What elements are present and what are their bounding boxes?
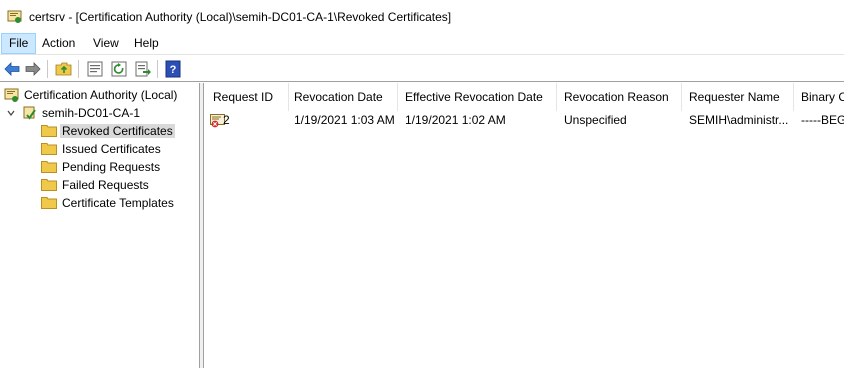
export-list-icon[interactable]	[134, 60, 152, 78]
properties-icon[interactable]	[86, 60, 104, 78]
column-header-effective-revocation-date[interactable]: Effective Revocation Date	[397, 83, 557, 111]
svg-text:?: ?	[170, 64, 177, 76]
up-folder-icon[interactable]	[55, 60, 73, 78]
menu-file[interactable]: File	[1, 33, 37, 54]
toolbar-separator	[157, 60, 158, 78]
refresh-icon[interactable]	[110, 60, 128, 78]
cell-effective-revocation-date: 1/19/2021 1:02 AM	[405, 113, 506, 127]
column-header-requester-name[interactable]: Requester Name	[681, 83, 794, 111]
toolbar-separator	[47, 60, 48, 78]
cell-requester-name: SEMIH\administr...	[689, 113, 789, 127]
menu-bar: File Action View Help	[0, 33, 844, 54]
chevron-down-icon[interactable]	[6, 108, 16, 118]
folder-icon	[41, 197, 57, 209]
column-header-revocation-date[interactable]: Revocation Date	[286, 83, 398, 111]
tree-folder-label: Issued Certificates	[62, 142, 161, 156]
table-row[interactable]: 2 1/19/2021 1:03 AM 1/19/2021 1:02 AM Un…	[205, 111, 844, 131]
tree-folder-label: Failed Requests	[62, 178, 149, 192]
title-bar: certsrv - [Certification Authority (Loca…	[0, 0, 844, 33]
folder-icon	[41, 143, 57, 155]
tree-folder-label: Certificate Templates	[62, 196, 174, 210]
certsrv-app-icon	[7, 10, 22, 23]
forward-arrow-icon[interactable]	[24, 60, 42, 78]
help-icon[interactable]: ?	[164, 60, 182, 78]
cell-binary-certificate: -----BEG	[801, 113, 844, 127]
toolbar: ?	[0, 54, 844, 82]
tree-folder-label: Pending Requests	[62, 160, 161, 174]
back-arrow-icon[interactable]	[3, 60, 21, 78]
tree-folder-label: Revoked Certificates	[60, 124, 175, 138]
menu-help[interactable]: Help	[127, 33, 166, 54]
toolbar-separator	[78, 60, 79, 78]
tree-root-label: Certification Authority (Local)	[24, 88, 178, 102]
cell-request-id: 2	[223, 113, 230, 127]
column-header-request-id[interactable]: Request ID	[205, 83, 289, 111]
pane-splitter[interactable]	[200, 83, 204, 368]
certificate-authority-icon	[4, 88, 19, 102]
column-header-row: Request ID Revocation Date Effective Rev…	[205, 83, 844, 111]
console-tree: Certification Authority (Local) semih-DC…	[0, 83, 200, 368]
menu-view[interactable]: View	[86, 33, 126, 54]
ca-server-icon	[23, 106, 36, 120]
folder-icon	[41, 161, 57, 173]
cell-revocation-reason: Unspecified	[564, 113, 627, 127]
column-header-revocation-reason[interactable]: Revocation Reason	[556, 83, 682, 111]
column-header-binary-certificate[interactable]: Binary C	[793, 83, 844, 111]
folder-icon	[41, 179, 57, 191]
window-title: certsrv - [Certification Authority (Loca…	[29, 10, 452, 24]
menu-action[interactable]: Action	[35, 33, 82, 54]
tree-ca-label: semih-DC01-CA-1	[42, 106, 141, 120]
results-list: Request ID Revocation Date Effective Rev…	[205, 83, 844, 368]
cell-revocation-date: 1/19/2021 1:03 AM	[294, 113, 395, 127]
folder-icon	[41, 125, 57, 137]
